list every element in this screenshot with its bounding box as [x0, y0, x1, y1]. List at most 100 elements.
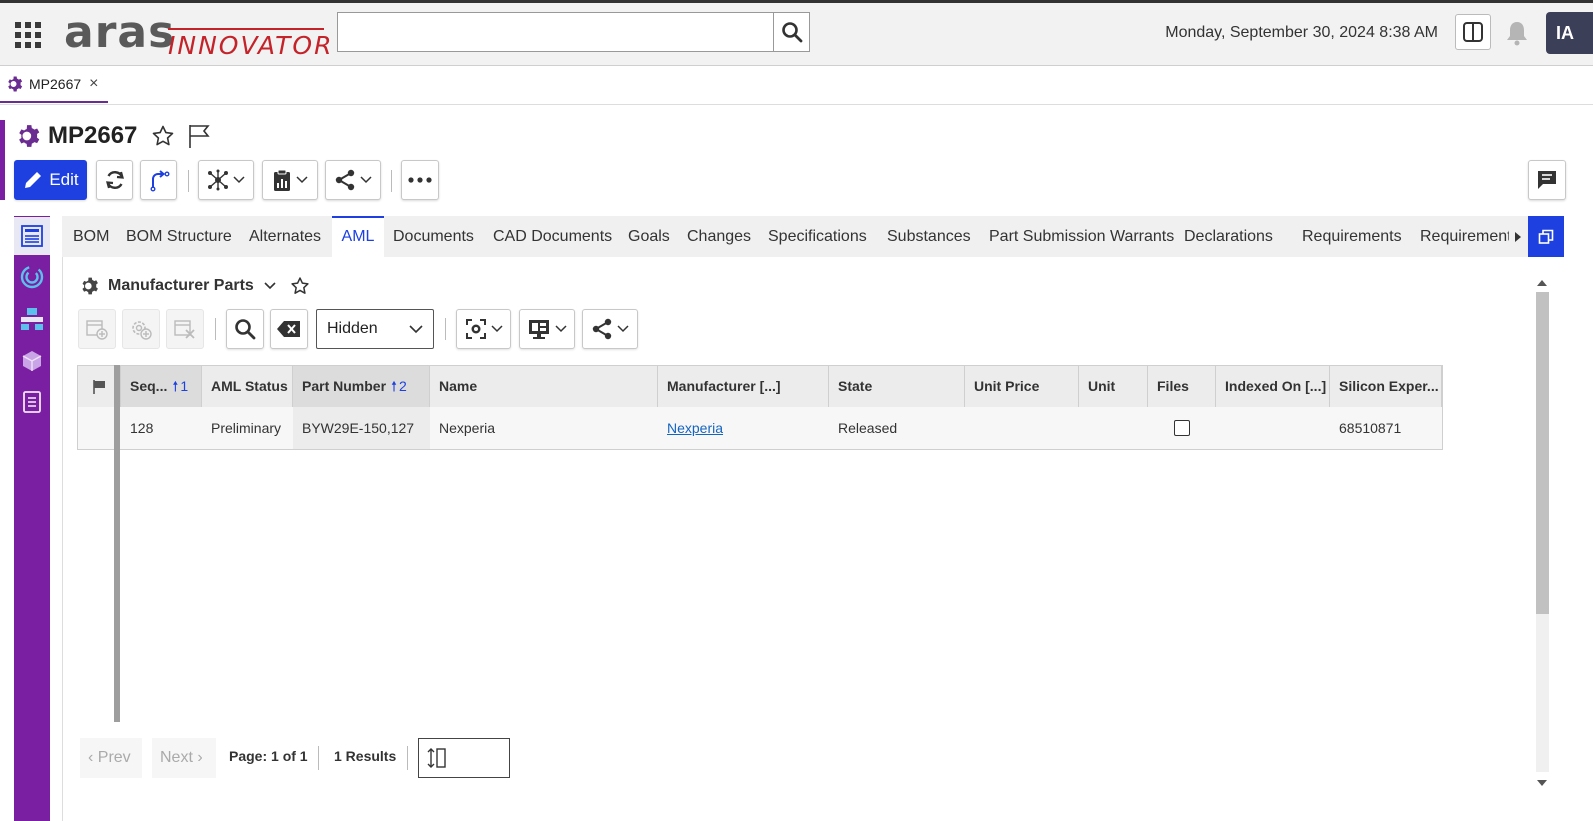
scroll-up-arrow[interactable] — [1537, 280, 1547, 286]
refresh-icon — [105, 171, 124, 189]
pane-vertical-scrollbar[interactable] — [1533, 272, 1551, 793]
tab-declarations[interactable]: Declarations — [1184, 216, 1273, 257]
tab-part-submission-warrants[interactable]: Part Submission Warrants — [989, 216, 1174, 257]
aras-logo[interactable]: aras INNOVATOR — [64, 7, 331, 60]
view-menu-button[interactable] — [456, 309, 511, 349]
promote-button[interactable] — [140, 160, 177, 200]
tab-bom-structure[interactable]: BOM Structure — [126, 216, 232, 257]
clear-search-button[interactable] — [270, 309, 308, 349]
add-row-button[interactable] — [78, 309, 116, 349]
column-header-indexed-on[interactable]: Indexed On [...] — [1216, 366, 1330, 407]
share-icon — [335, 169, 355, 191]
global-search-button[interactable] — [773, 12, 810, 52]
cell-seq[interactable]: 128 — [121, 407, 153, 449]
tab-specifications[interactable]: Specifications — [768, 216, 867, 257]
tab-alternates[interactable]: Alternates — [249, 216, 321, 257]
tabs-scroll-right[interactable] — [1509, 216, 1527, 257]
column-header-unit-price[interactable]: Unit Price — [965, 366, 1079, 407]
run-search-button[interactable] — [226, 309, 264, 349]
remove-row-button[interactable] — [166, 309, 204, 349]
cell-state[interactable]: Released — [829, 407, 897, 449]
chevron-down-icon — [233, 176, 245, 184]
tab-cad-documents[interactable]: CAD Documents — [493, 216, 612, 257]
column-header-state[interactable]: State — [829, 366, 965, 407]
open-tab-label: MP2667 — [29, 75, 82, 92]
toolbar-divider — [391, 170, 392, 192]
flag-icon[interactable] — [187, 123, 211, 149]
column-header-name[interactable]: Name — [430, 366, 658, 407]
close-tab-icon[interactable]: × — [89, 75, 98, 93]
cell-aml-status[interactable]: Preliminary — [202, 407, 281, 449]
table-row[interactable]: 128 Preliminary BYW29E-150,127 Nexperia … — [78, 407, 1442, 449]
sort-asc-icon: 🠕 — [391, 378, 398, 394]
layout-menu-button[interactable] — [519, 309, 575, 349]
grid-share-menu-button[interactable] — [582, 309, 638, 349]
cell-part-number[interactable]: BYW29E-150,127 — [293, 407, 430, 449]
row-height-control[interactable] — [418, 738, 510, 778]
edit-button[interactable]: Edit — [14, 160, 87, 200]
sidebar-item-lifecycle[interactable] — [14, 258, 50, 296]
files-checkbox[interactable] — [1174, 420, 1190, 436]
sidebar-item-document[interactable] — [14, 383, 50, 421]
scroll-thumb[interactable] — [1536, 292, 1549, 614]
clipboard-chart-icon — [274, 169, 290, 191]
monitor-layout-icon — [529, 320, 549, 339]
share-menu-button[interactable] — [325, 160, 381, 200]
notifications-button[interactable] — [1506, 20, 1528, 51]
more-actions-button[interactable] — [401, 160, 439, 200]
tab-requirements-2[interactable]: Requirements — [1420, 216, 1520, 257]
column-header-part-number[interactable]: Part Number 🠕 2 — [293, 366, 430, 407]
sidebar-item-form[interactable] — [14, 217, 50, 255]
column-header-seq[interactable]: Seq... 🠕 1 — [121, 366, 202, 407]
open-tab-mp2667[interactable]: MP2667 × — [0, 66, 108, 103]
favorite-star-icon[interactable] — [151, 124, 175, 148]
sidebar-item-workflow[interactable] — [14, 300, 50, 338]
search-mode-select[interactable]: Hidden — [316, 309, 434, 349]
pick-item-button[interactable] — [122, 309, 160, 349]
column-header-aml-status[interactable]: AML Status — [202, 366, 293, 407]
cell-manufacturer-link[interactable]: Nexperia — [658, 407, 723, 449]
chevron-down-icon — [296, 176, 308, 184]
maximize-pane-button[interactable] — [1528, 216, 1564, 257]
global-search-input[interactable] — [337, 12, 774, 52]
app-grid-icon[interactable] — [14, 21, 42, 49]
page-indicator: Page: 1 of 1 — [229, 748, 308, 764]
form-icon — [21, 225, 43, 247]
scroll-down-arrow[interactable] — [1537, 780, 1547, 786]
column-header-manufacturer[interactable]: Manufacturer [...] — [658, 366, 829, 407]
tab-goals[interactable]: Goals — [628, 216, 670, 257]
cell-unit-price[interactable] — [965, 407, 974, 449]
next-page-label: Next — [160, 749, 193, 766]
column-header-unit[interactable]: Unit — [1079, 366, 1148, 407]
favorite-star-icon[interactable] — [290, 276, 310, 296]
reports-menu-button[interactable] — [262, 160, 318, 200]
search-icon — [781, 22, 802, 43]
chevron-down-icon[interactable] — [264, 282, 276, 290]
user-avatar[interactable]: IA — [1546, 12, 1593, 54]
comments-button[interactable] — [1528, 160, 1566, 200]
tab-bom[interactable]: BOM — [73, 216, 109, 257]
cell-name[interactable]: Nexperia — [430, 407, 495, 449]
prev-page-button[interactable]: ‹ Prev — [80, 738, 142, 778]
column-header-files[interactable]: Files — [1148, 366, 1216, 407]
frozen-column-splitter[interactable] — [114, 365, 120, 722]
sidebar-item-3d-view[interactable] — [14, 342, 50, 380]
cell-silicon-expert[interactable]: 68510871 — [1330, 407, 1401, 449]
layout-toggle-button[interactable] — [1455, 14, 1491, 50]
tab-changes[interactable]: Changes — [687, 216, 751, 257]
tab-aml[interactable]: AML — [332, 216, 384, 257]
structure-menu-button[interactable] — [198, 160, 254, 200]
tab-requirements[interactable]: Requirements — [1302, 216, 1402, 257]
tab-documents[interactable]: Documents — [393, 216, 474, 257]
cube-icon — [22, 351, 42, 371]
tab-substances[interactable]: Substances — [887, 216, 971, 257]
row-height-icon — [427, 748, 446, 768]
chevron-down-icon — [555, 325, 567, 333]
refresh-button[interactable] — [96, 160, 133, 200]
share-icon — [592, 318, 612, 340]
remove-grid-icon — [174, 320, 195, 339]
next-page-button[interactable]: Next › — [152, 738, 216, 778]
column-header-silicon-expert[interactable]: Silicon Exper... — [1330, 366, 1442, 407]
cell-indexed-on[interactable] — [1216, 407, 1225, 449]
cell-unit[interactable] — [1079, 407, 1088, 449]
